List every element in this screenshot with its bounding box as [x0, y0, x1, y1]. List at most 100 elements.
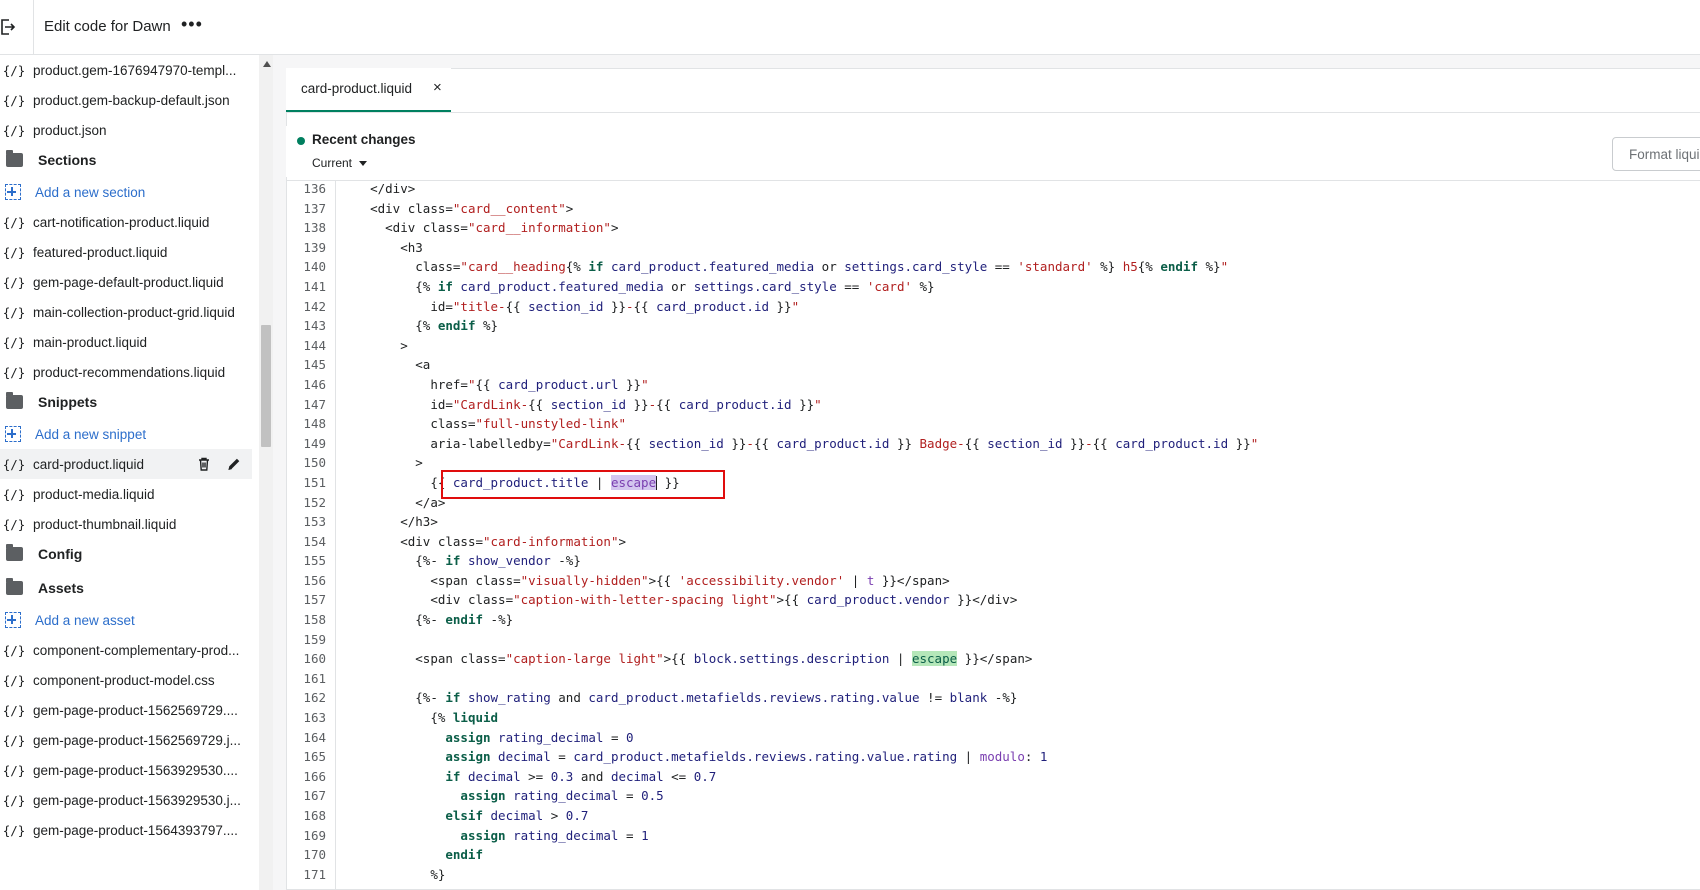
code-token: <div class= [430, 592, 514, 608]
code-line[interactable]: 148 class="full-unstyled-link" [290, 414, 1700, 434]
code-line[interactable]: 137 <div class="card__content"> [290, 199, 1700, 219]
format-liquid-button[interactable]: Format liquid [1612, 137, 1700, 171]
sidebar-file[interactable]: {/} featured-product.liquid [0, 237, 252, 267]
code-line[interactable]: 146 href="{{ card_product.url }}" [290, 375, 1700, 395]
code-line[interactable]: 163 {% liquid [290, 708, 1700, 728]
code-token: aria-labelledby= [430, 435, 551, 451]
sidebar-add-item[interactable]: Add a new asset [0, 605, 252, 635]
sidebar-file[interactable]: {/} main-product.liquid [0, 327, 252, 357]
edit-pencil-icon[interactable] [226, 456, 242, 472]
code-line[interactable]: 143 {% endif %} [290, 316, 1700, 336]
tab-card-product-liquid[interactable]: card-product.liquid × [286, 68, 451, 112]
sidebar-file[interactable]: {/} component-complementary-prod... [0, 635, 252, 665]
code-file-icon: {/} [2, 274, 26, 290]
code-line[interactable]: 149 aria-labelledby="CardLink-{{ section… [290, 434, 1700, 454]
code-line[interactable]: 138 <div class="card__information"> [290, 218, 1700, 238]
code-line[interactable]: 162 {%- if show_rating and card_product.… [290, 688, 1700, 708]
sidebar-file[interactable]: {/} gem-page-product-1563929530.... [0, 755, 252, 785]
code-line[interactable]: 168 elsif decimal > 0.7 [290, 806, 1700, 826]
sidebar-file[interactable]: {/} gem-page-default-product.liquid [0, 267, 252, 297]
code-line[interactable]: 144 > [290, 336, 1700, 356]
code-line[interactable]: 140 class="card__heading{% if card_produ… [290, 257, 1700, 277]
line-number: 162 [303, 690, 326, 706]
code-line[interactable]: 158 {%- endif -%} [290, 610, 1700, 630]
code-token: }} [618, 376, 642, 392]
sidebar-file[interactable]: {/} card-product.liquid [0, 449, 252, 479]
code-text: id="CardLink-{{ section_id }}-{{ card_pr… [340, 395, 821, 415]
code-line[interactable]: 147 id="CardLink-{{ section_id }}-{{ car… [290, 395, 1700, 415]
sidebar-add-item[interactable]: Add a new section [0, 177, 252, 207]
code-editor[interactable]: 136 </div> 137 <div class="card__content"… [290, 179, 1700, 890]
sidebar-scrollbar-thumb[interactable] [261, 325, 271, 447]
sidebar-file[interactable]: {/} component-product-model.css [0, 665, 252, 695]
sidebar-file[interactable]: {/} product-thumbnail.liquid [0, 509, 252, 539]
exit-icon[interactable] [0, 18, 16, 36]
sidebar-file[interactable]: {/} product.json [0, 115, 252, 145]
code-line[interactable]: 136 </div> [290, 179, 1700, 199]
code-line[interactable]: 164 assign rating_decimal = 0 [290, 728, 1700, 748]
sidebar-folder[interactable]: Snippets [0, 387, 252, 417]
code-file-icon: {/} [2, 792, 26, 808]
sidebar-file[interactable]: {/} product.gem-1676947970-templ... [0, 55, 252, 85]
code-line[interactable]: 156 <span class="visually-hidden">{{ 'ac… [290, 571, 1700, 591]
code-token: {{ [528, 396, 551, 412]
code-token: section_id [528, 298, 604, 314]
sidebar-file[interactable]: {/} product.gem-backup-default.json [0, 85, 252, 115]
more-actions-button[interactable]: ••• [181, 14, 203, 35]
sidebar-file[interactable]: {/} main-collection-product-grid.liquid [0, 297, 252, 327]
sidebar-scrollbar[interactable] [259, 55, 273, 890]
code-line[interactable]: 167 assign rating_decimal = 0.5 [290, 786, 1700, 806]
line-number: 167 [303, 788, 326, 804]
code-file-icon: {/} [2, 214, 26, 230]
sidebar-folder[interactable]: Sections [0, 145, 252, 175]
code-line[interactable]: 152 </a> [290, 493, 1700, 513]
sidebar-folder[interactable]: Config [0, 539, 252, 569]
code-token: }}</span> [957, 651, 1033, 667]
code-file-icon: {/} [2, 122, 26, 138]
sidebar-add-item[interactable]: Add a new snippet [0, 419, 252, 449]
sidebar-file[interactable]: {/} gem-page-product-1563929530.j... [0, 785, 252, 815]
code-token: {%- [415, 690, 446, 706]
sidebar-file[interactable]: {/} gem-page-product-1562569729.... [0, 695, 252, 725]
code-line[interactable]: 166 if decimal >= 0.3 and decimal <= 0.7 [290, 767, 1700, 787]
code-line[interactable]: 142 id="title-{{ section_id }}-{{ card_p… [290, 297, 1700, 317]
code-text: assign rating_decimal = 0 [340, 728, 633, 748]
code-line[interactable]: 161 [290, 669, 1700, 689]
code-line[interactable]: 155 {%- if show_vendor -%} [290, 551, 1700, 571]
code-line[interactable]: 170 endif [290, 845, 1700, 865]
code-line[interactable]: 153 </h3> [290, 512, 1700, 532]
sidebar-folder[interactable]: Assets [0, 573, 252, 603]
code-line[interactable]: 169 assign rating_decimal = 1 [290, 826, 1700, 846]
code-token: {%- [415, 553, 446, 569]
version-select[interactable]: Current [312, 156, 368, 170]
code-line[interactable]: 171 %} [290, 865, 1700, 885]
code-line[interactable]: 157 <div class="caption-with-letter-spac… [290, 590, 1700, 610]
close-tab-icon[interactable]: × [433, 79, 442, 96]
line-number: 148 [303, 416, 326, 432]
sidebar-file[interactable]: {/} cart-notification-product.liquid [0, 207, 252, 237]
code-token: "full-unstyled-link" [475, 416, 626, 432]
code-line[interactable]: 154 <div class="card-information"> [290, 532, 1700, 552]
code-token: card_product.id [678, 396, 792, 412]
sidebar-file[interactable]: {/} product-media.liquid [0, 479, 252, 509]
line-number: 152 [303, 494, 326, 510]
scroll-up-icon[interactable] [263, 61, 271, 67]
code-line[interactable]: 150 > [290, 453, 1700, 473]
delete-icon[interactable] [196, 456, 212, 472]
code-line[interactable]: 165 assign decimal = card_product.metafi… [290, 747, 1700, 767]
code-token: 'card' [866, 278, 912, 294]
code-token: or [821, 259, 837, 275]
code-line[interactable]: 145 <a [290, 355, 1700, 375]
code-line[interactable]: 151 {{ card_product.title | escape }} [290, 473, 1700, 493]
code-line[interactable]: 141 {% if card_product.featured_media or… [290, 277, 1700, 297]
sidebar-file[interactable]: {/} gem-page-product-1562569729.j... [0, 725, 252, 755]
code-text: <div class="card__information"> [340, 218, 618, 238]
code-token: }} [626, 396, 649, 412]
code-token: show_vendor [460, 553, 559, 569]
sidebar-file[interactable]: {/} product-recommendations.liquid [0, 357, 252, 387]
code-token: "title- [452, 298, 506, 314]
code-line[interactable]: 160 <span class="caption-large light">{{… [290, 649, 1700, 669]
code-line[interactable]: 139 <h3 [290, 238, 1700, 258]
code-line[interactable]: 159 [290, 630, 1700, 650]
sidebar-file[interactable]: {/} gem-page-product-1564393797.... [0, 815, 252, 845]
